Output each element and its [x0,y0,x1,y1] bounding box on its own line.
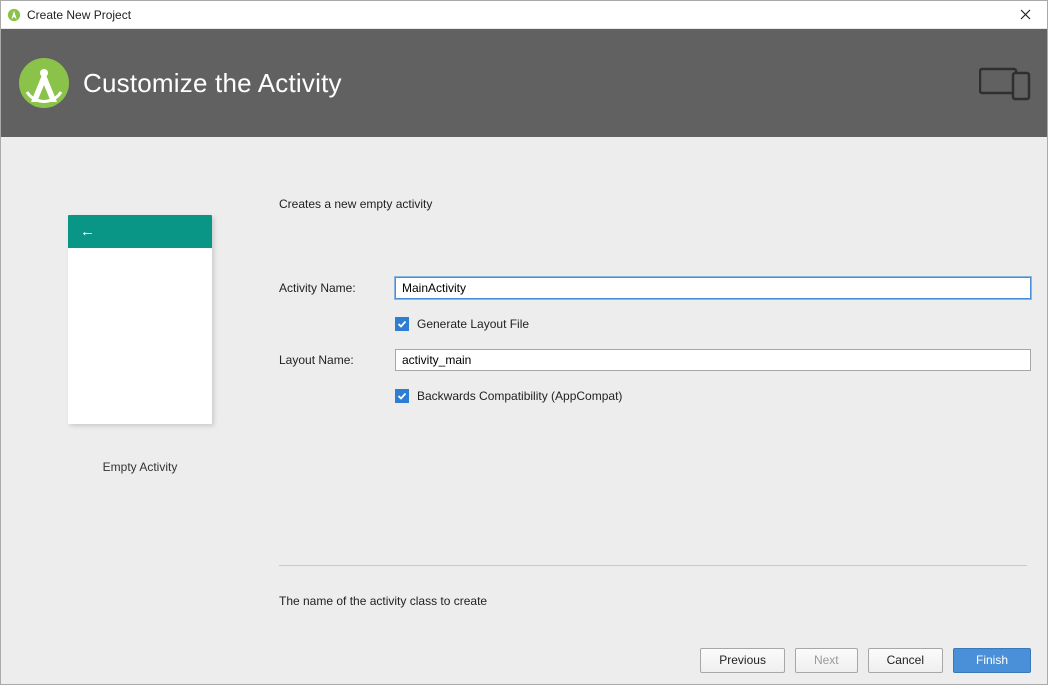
content-area: ← Empty Activity Creates a new empty act… [1,137,1047,636]
activity-name-row: Activity Name: [279,277,1031,299]
layout-name-label: Layout Name: [279,353,395,367]
layout-name-input[interactable] [395,349,1031,371]
backwards-compat-label: Backwards Compatibility (AppCompat) [417,389,622,403]
titlebar: Create New Project [1,1,1047,29]
android-studio-icon [7,8,21,22]
footer-buttons: Previous Next Cancel Finish [1,636,1047,684]
next-button[interactable]: Next [795,648,858,673]
finish-button[interactable]: Finish [953,648,1031,673]
activity-name-label: Activity Name: [279,281,395,295]
activity-name-input[interactable] [395,277,1031,299]
android-studio-logo-icon [17,56,71,110]
divider [279,565,1027,566]
generate-layout-row: Generate Layout File [279,317,1031,331]
backwards-compat-checkbox[interactable] [395,389,409,403]
generate-layout-label: Generate Layout File [417,317,529,331]
close-button[interactable] [1003,1,1047,28]
form-description: Creates a new empty activity [279,197,1031,211]
dialog-window: Create New Project Customize the Activit… [0,0,1048,685]
back-arrow-icon: ← [80,223,95,240]
preview-column: ← Empty Activity [1,137,279,636]
cancel-button[interactable]: Cancel [868,648,943,673]
devices-icon [979,65,1031,104]
hint-text: The name of the activity class to create [279,594,1031,608]
preview-caption: Empty Activity [103,460,178,474]
header-banner: Customize the Activity [1,29,1047,137]
generate-layout-checkbox[interactable] [395,317,409,331]
previous-button[interactable]: Previous [700,648,785,673]
layout-name-row: Layout Name: [279,349,1031,371]
phone-preview-appbar: ← [68,215,212,248]
banner-heading: Customize the Activity [83,68,342,99]
phone-preview: ← [68,215,212,424]
backwards-compat-row: Backwards Compatibility (AppCompat) [279,389,1031,403]
window-title: Create New Project [27,8,131,22]
form-area: Creates a new empty activity Activity Na… [279,137,1047,636]
